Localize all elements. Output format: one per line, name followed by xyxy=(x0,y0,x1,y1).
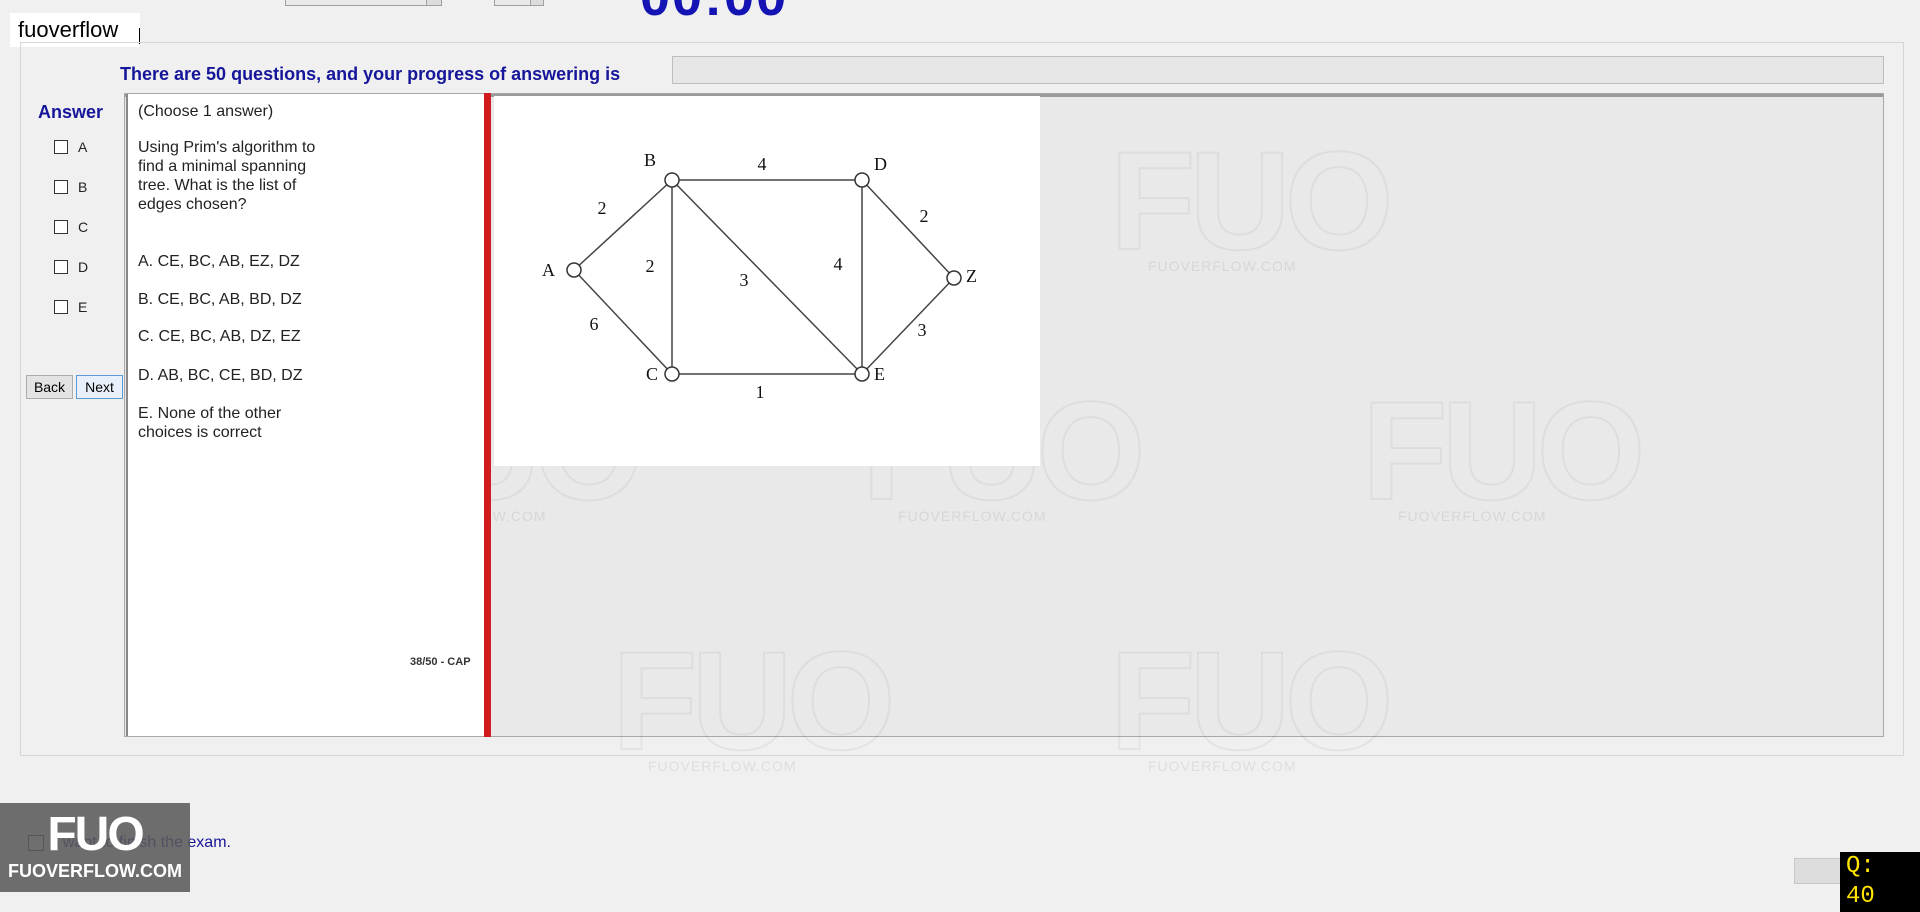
edge-weight: 1 xyxy=(756,382,765,402)
countdown-timer: 00:00 xyxy=(640,0,788,28)
logo-site: FUOVERFLOW.COM xyxy=(8,861,182,881)
edge-weight: 3 xyxy=(740,270,749,290)
font-size-spinner[interactable] xyxy=(494,0,544,6)
question-code: 38/50 - CAP xyxy=(410,656,471,668)
fuoverflow-logo: FUO FUOVERFLOW.COM xyxy=(0,803,190,892)
answer-title: Answer xyxy=(38,102,104,122)
checkbox[interactable] xyxy=(54,180,68,194)
checkbox[interactable] xyxy=(54,220,68,234)
node-e xyxy=(854,366,870,382)
watermark-site: FUOVERFLOW.COM xyxy=(648,758,797,774)
node-c xyxy=(664,366,680,382)
answer-option-e[interactable]: E xyxy=(54,298,87,316)
node-label: D xyxy=(874,154,887,174)
node-label: E xyxy=(874,364,885,384)
node-label: Z xyxy=(966,266,977,286)
question-text: Using Prim's algorithm to find a minimal… xyxy=(138,139,316,213)
node-label: B xyxy=(644,150,656,170)
edge-weight: 3 xyxy=(918,320,927,340)
pane-divider[interactable] xyxy=(484,93,491,737)
answer-option-b[interactable]: B xyxy=(54,178,87,196)
edge-b-e xyxy=(671,179,863,375)
node-label: A xyxy=(542,260,555,280)
question-instruction: (Choose 1 answer) xyxy=(138,103,274,120)
node-a xyxy=(566,262,582,278)
choice-d: D. AB, BC, CE, BD, DZ xyxy=(138,367,303,384)
logo-mark: FUO xyxy=(47,808,144,861)
choice-a: A. CE, BC, AB, EZ, DZ xyxy=(138,253,300,270)
answer-option-a[interactable]: A xyxy=(54,138,87,156)
node-d xyxy=(854,172,870,188)
choice-c: C. CE, BC, AB, DZ, EZ xyxy=(138,328,301,345)
question-image: 2 6 2 4 3 1 4 2 3 A B C D E Z xyxy=(494,96,1040,466)
answer-option-c[interactable]: C xyxy=(54,218,88,236)
checkbox[interactable] xyxy=(54,300,68,314)
progress-bar xyxy=(672,56,1884,84)
edge-d-z xyxy=(861,179,955,279)
node-z xyxy=(946,270,962,286)
next-button[interactable]: Next xyxy=(76,375,123,399)
watermark-site: FUOVERFLOW.COM xyxy=(1148,758,1297,774)
back-button[interactable]: Back xyxy=(26,375,73,399)
node-b xyxy=(664,172,680,188)
choice-e: E. None of the other choices is correct xyxy=(138,405,282,441)
edge-weight: 2 xyxy=(920,206,929,226)
choice-b: B. CE, BC, AB, BD, DZ xyxy=(138,291,302,308)
progress-label: There are 50 questions, and your progres… xyxy=(120,64,621,84)
checkbox[interactable] xyxy=(54,140,68,154)
question-pane: (Choose 1 answer) Using Prim's algorithm… xyxy=(126,94,486,736)
question-counter: Q: 40 xyxy=(1840,852,1920,912)
edge-weight: 6 xyxy=(590,314,599,334)
edge-weight: 4 xyxy=(834,254,843,274)
combo-dropdown-button[interactable] xyxy=(426,0,441,5)
answer-option-d[interactable]: D xyxy=(54,258,88,276)
edge-weight: 4 xyxy=(758,154,767,174)
edge-weight: 2 xyxy=(598,198,607,218)
graph-diagram: 2 6 2 4 3 1 4 2 3 A B C D E Z xyxy=(542,150,977,402)
exam-code-combo[interactable] xyxy=(285,0,442,6)
edge-e-z xyxy=(861,277,955,375)
node-label: C xyxy=(646,364,658,384)
spinner-button[interactable] xyxy=(530,0,543,5)
checkbox[interactable] xyxy=(54,260,68,274)
edge-weight: 2 xyxy=(646,256,655,276)
edge-a-b xyxy=(573,179,673,271)
